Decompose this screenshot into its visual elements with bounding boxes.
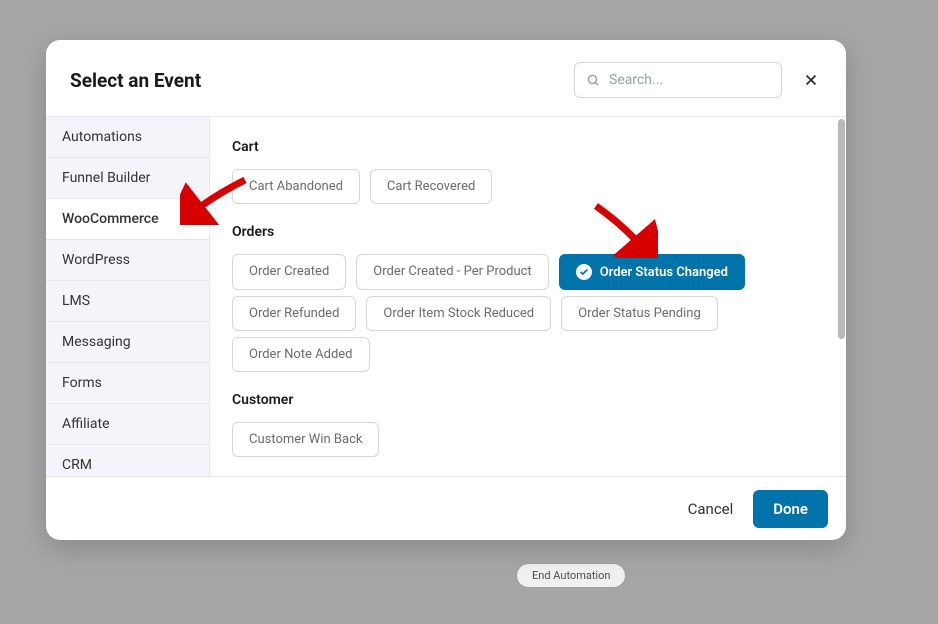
sidebar-item-woocommerce[interactable]: WooCommerce <box>46 199 209 240</box>
event-row-customer: Customer Win Back <box>232 422 824 457</box>
sidebar-item-funnel-builder[interactable]: Funnel Builder <box>46 158 209 199</box>
end-automation-label: End Automation <box>532 569 610 582</box>
section-title-cart: Cart <box>232 139 824 155</box>
section-title-customer: Customer <box>232 392 824 408</box>
scrollbar-thumb[interactable] <box>838 119 845 339</box>
event-cart-recovered[interactable]: Cart Recovered <box>370 169 492 204</box>
event-row-orders-2: Order Refunded Order Item Stock Reduced … <box>232 296 824 331</box>
event-order-created[interactable]: Order Created <box>232 254 346 290</box>
cancel-button[interactable]: Cancel <box>688 500 734 518</box>
dialog-title: Select an Event <box>70 69 574 92</box>
event-content: Cart Cart Abandoned Cart Recovered Order… <box>210 117 846 476</box>
event-order-note-added[interactable]: Order Note Added <box>232 337 370 372</box>
done-button[interactable]: Done <box>753 490 828 528</box>
dialog-footer: Cancel Done <box>46 476 846 540</box>
search-field-wrap <box>574 62 782 98</box>
event-row-cart: Cart Abandoned Cart Recovered <box>232 169 824 204</box>
event-order-status-pending[interactable]: Order Status Pending <box>561 296 718 331</box>
event-row-orders-3: Order Note Added <box>232 337 824 372</box>
sidebar-item-affiliate[interactable]: Affiliate <box>46 404 209 445</box>
sidebar-item-forms[interactable]: Forms <box>46 363 209 404</box>
sidebar-item-automations[interactable]: Automations <box>46 117 209 158</box>
sidebar-item-wordpress[interactable]: WordPress <box>46 240 209 281</box>
end-automation-pill[interactable]: End Automation <box>516 563 626 588</box>
event-customer-win-back[interactable]: Customer Win Back <box>232 422 379 457</box>
event-cart-abandoned[interactable]: Cart Abandoned <box>232 169 360 204</box>
select-event-dialog: Select an Event Automations Funnel Build… <box>46 40 846 540</box>
event-order-item-stock-reduced[interactable]: Order Item Stock Reduced <box>366 296 551 331</box>
check-icon <box>576 264 592 280</box>
event-row-orders-1: Order Created Order Created - Per Produc… <box>232 254 824 290</box>
event-order-created-per-product[interactable]: Order Created - Per Product <box>356 254 548 290</box>
category-sidebar: Automations Funnel Builder WooCommerce W… <box>46 117 210 476</box>
section-title-orders: Orders <box>232 224 824 240</box>
dialog-header: Select an Event <box>46 40 846 116</box>
dialog-body: Automations Funnel Builder WooCommerce W… <box>46 116 846 476</box>
sidebar-item-crm[interactable]: CRM <box>46 445 209 476</box>
search-icon <box>586 73 600 87</box>
close-button[interactable] <box>800 69 822 91</box>
event-order-status-changed[interactable]: Order Status Changed <box>559 254 745 290</box>
search-input[interactable] <box>574 62 782 98</box>
event-order-refunded[interactable]: Order Refunded <box>232 296 356 331</box>
sidebar-item-lms[interactable]: LMS <box>46 281 209 322</box>
sidebar-item-messaging[interactable]: Messaging <box>46 322 209 363</box>
close-icon <box>802 71 820 89</box>
